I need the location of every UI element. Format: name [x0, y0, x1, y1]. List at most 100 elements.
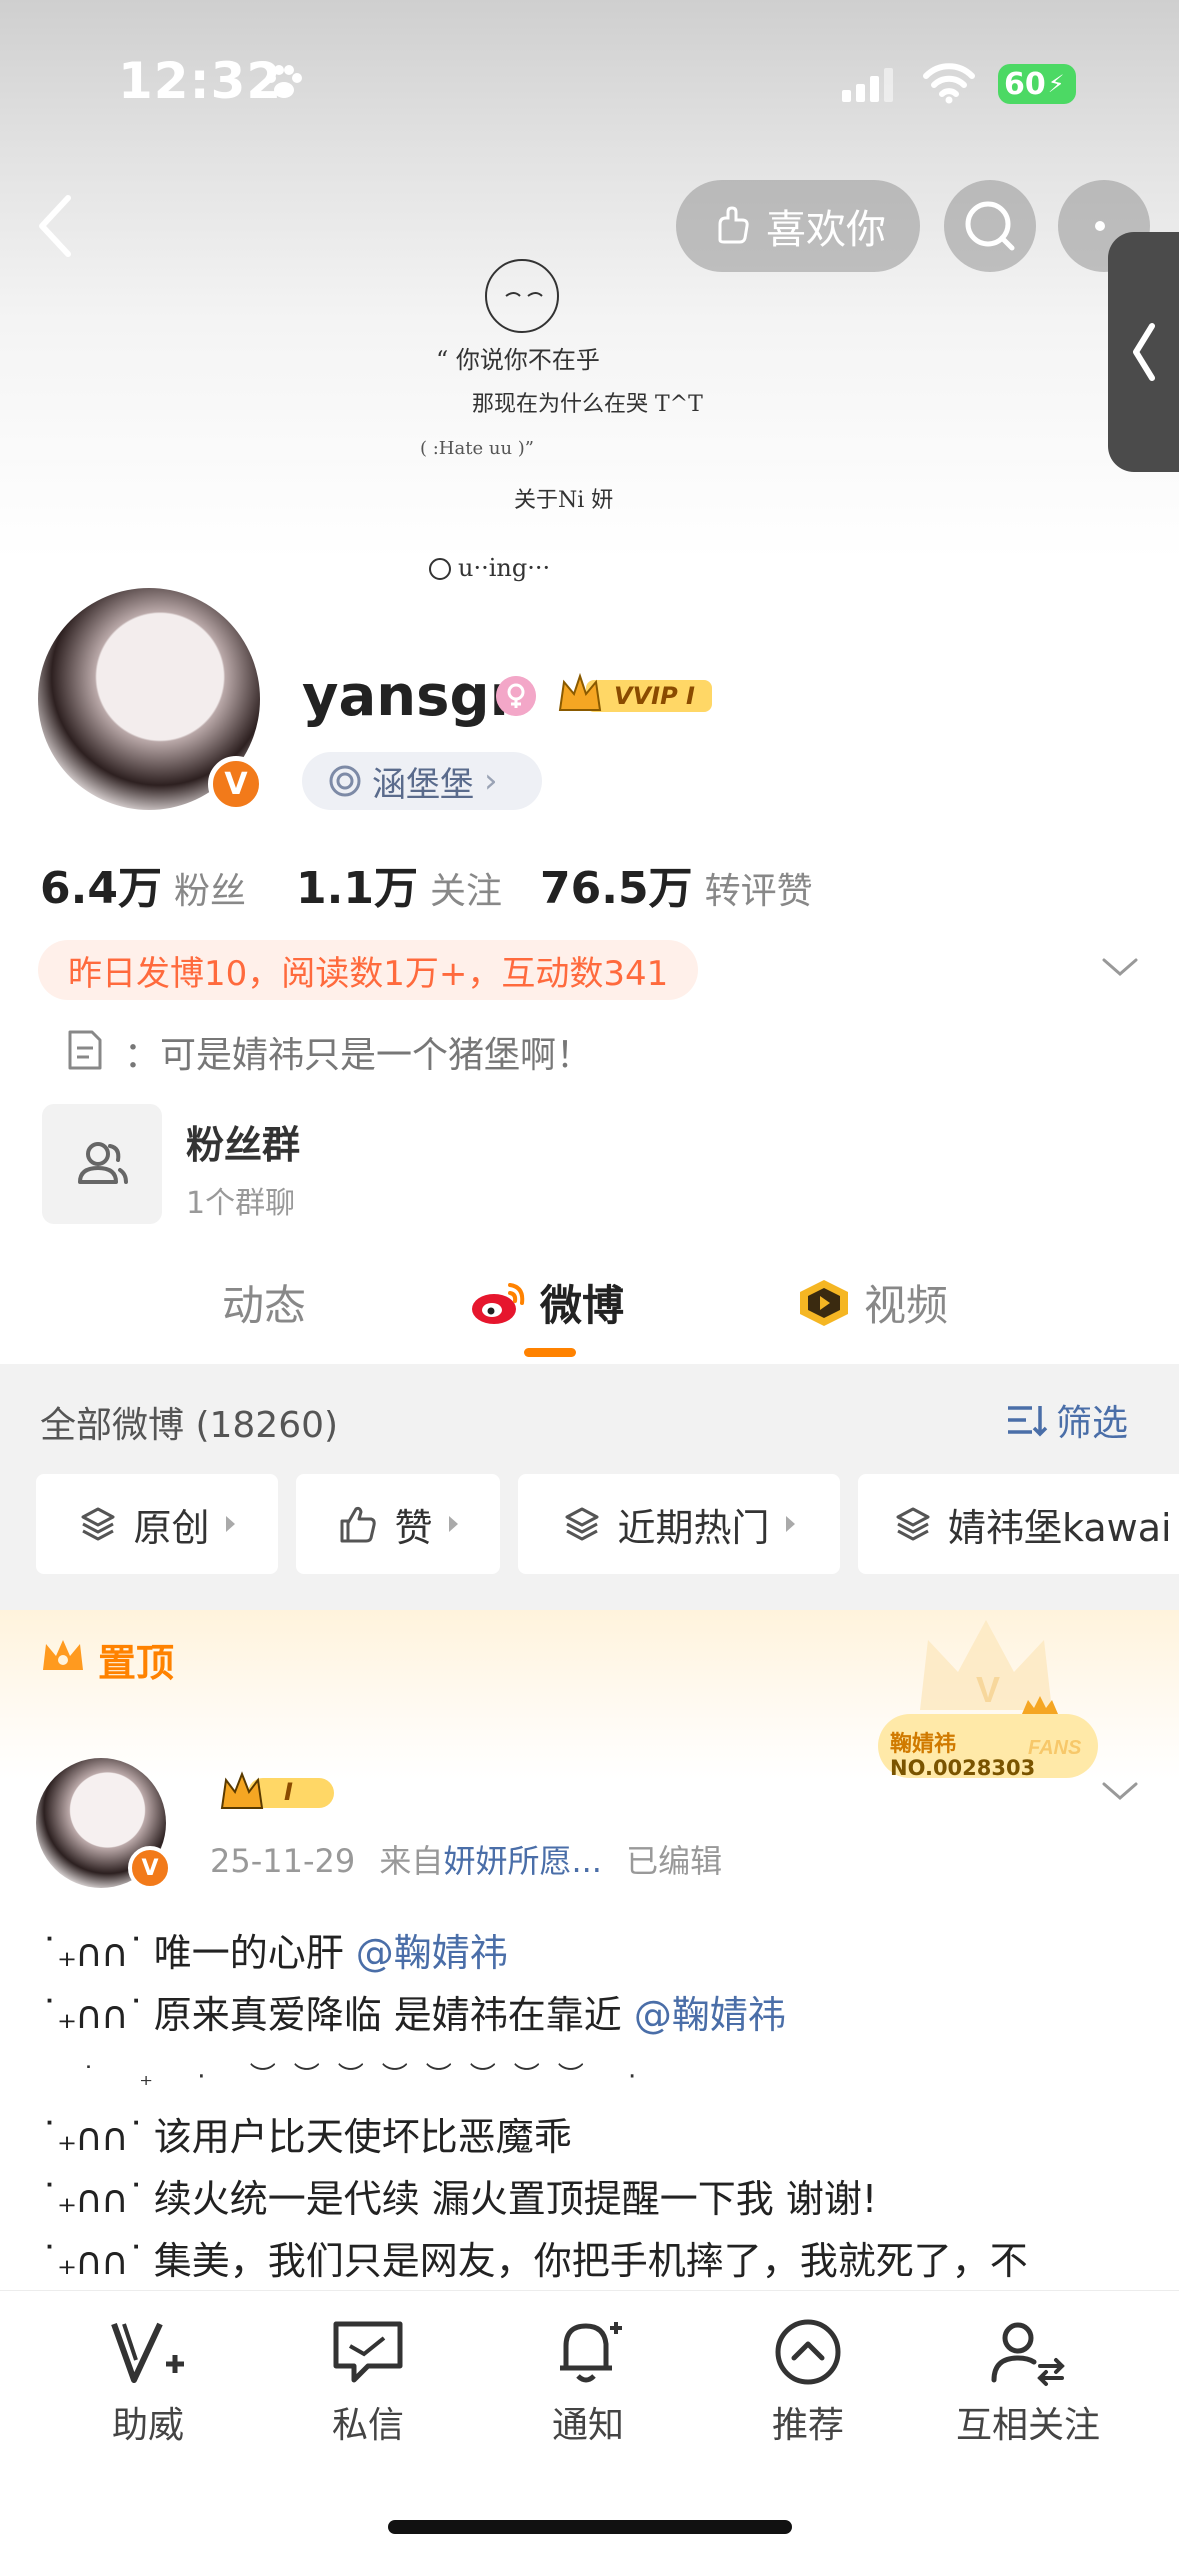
- decorative-divider: ˙ ₊ · ︶︶︶︶︶︶︶︶ ·: [82, 2062, 655, 2092]
- tab-weibo[interactable]: 微博: [470, 1272, 624, 1333]
- tab-video-label: 视频: [864, 1281, 949, 1330]
- thumbs-up-icon: [340, 1506, 377, 1543]
- mention-link[interactable]: @鞠婧祎: [356, 1931, 508, 1975]
- following-count: 1.1万: [296, 863, 418, 914]
- followers-count: 6.4万: [40, 863, 162, 914]
- vvip-label: VVIP I: [614, 682, 695, 710]
- tab-dynamic[interactable]: 动态: [222, 1272, 306, 1333]
- nav-messages-label: 私信: [331, 2405, 404, 2446]
- verified-badge: V: [128, 1846, 172, 1890]
- chevron-right-icon: ›: [484, 761, 498, 801]
- stat-following[interactable]: 1.1万 关注: [296, 852, 502, 916]
- community-chip[interactable]: 涵堡堡 ›: [302, 752, 542, 810]
- post-line-text: 该用户比天使坏比恶魔乖: [153, 2115, 572, 2159]
- cover-line-4: 关于Ni 妍: [514, 488, 614, 513]
- tab-weibo-label: 微博: [540, 1281, 625, 1330]
- vvip-badge[interactable]: VVIP I: [556, 672, 716, 718]
- cover-line-3: ( :Hate uu )”: [420, 438, 534, 459]
- chevron-down-icon[interactable]: [1100, 1776, 1140, 1806]
- caret-right-icon: [785, 1516, 795, 1532]
- wifi-icon: [923, 63, 975, 104]
- female-icon: [496, 676, 536, 716]
- smiley-doodle-icon: [429, 259, 559, 580]
- fans-card-number: NO.0028303: [890, 1756, 1036, 1780]
- post-vip-badge[interactable]: I: [220, 1770, 338, 1814]
- back-arrow-icon[interactable]: [28, 190, 84, 262]
- activity-summary[interactable]: 昨日发博10，阅读数1万+，互动数341: [38, 940, 699, 1000]
- nav-cheer-label: 助威: [111, 2405, 184, 2446]
- post-source-link[interactable]: 妍妍所愿...: [443, 1842, 602, 1880]
- community-name: 涵堡堡: [372, 764, 474, 805]
- chip-liked[interactable]: 赞: [296, 1474, 500, 1574]
- chevron-up-circle-icon: [775, 2319, 841, 2385]
- cover-line-1: “ 你说你不在乎: [436, 346, 600, 374]
- mention-link[interactable]: @鞠婧祎: [634, 1993, 786, 2037]
- following-label: 关注: [429, 871, 502, 912]
- tab-video[interactable]: 视频: [796, 1272, 948, 1333]
- post-line-2: ˙₊∩∩˙ 原来真爱降临 是婧祎在靠近 @鞠婧祎: [40, 1984, 786, 2039]
- group-icon: [78, 1142, 128, 1184]
- post-date: 25-11-29: [210, 1842, 356, 1880]
- post-line-1: ˙₊∩∩˙ 唯一的心肝 @鞠婧祎: [40, 1922, 508, 1977]
- active-tab-indicator: [524, 1348, 576, 1357]
- verified-badge: V: [208, 756, 264, 812]
- hand-heart-icon: [718, 206, 749, 244]
- nav-mutual-follow-label: 互相关注: [955, 2405, 1100, 2446]
- deco-glyph: ˙₊∩∩˙: [40, 2115, 146, 2159]
- battery-indicator: 60 ⚡: [998, 64, 1076, 104]
- nav-mutual-follow[interactable]: 互相关注: [928, 2316, 1128, 2448]
- post-source-prefix: 来自: [379, 1842, 444, 1880]
- chip-trending[interactable]: 近期热门: [518, 1474, 840, 1574]
- crown-icon: [220, 1771, 334, 1809]
- filter-icon: [1008, 1406, 1048, 1437]
- interactions-count: 76.5万: [540, 863, 693, 914]
- fans-word: FANS: [1028, 1737, 1082, 1759]
- search-icon: [965, 201, 1015, 251]
- post-line-text: 唯一的心肝: [153, 1931, 344, 1975]
- svg-text:V: V: [976, 1669, 1000, 1710]
- post-edited: 已编辑: [626, 1842, 723, 1880]
- nav-messages[interactable]: 私信: [268, 2316, 468, 2448]
- nav-cheer[interactable]: 助威: [48, 2316, 248, 2448]
- fans-card-name: 鞠婧祎: [890, 1732, 957, 1757]
- search-button[interactable]: [944, 180, 1036, 272]
- paw-icon: [266, 65, 302, 98]
- chevron-down-icon[interactable]: [1100, 952, 1140, 982]
- post-vip-label: I: [284, 1778, 293, 1806]
- filter-label: 筛选: [1056, 1403, 1129, 1444]
- user-follow-icon: [991, 2322, 1065, 2386]
- filter-button[interactable]: 筛选: [1006, 1394, 1128, 1446]
- side-drawer-handle[interactable]: [1108, 232, 1179, 472]
- post-line-text: 原来真爱降临 是婧祎在靠近: [153, 1993, 622, 2037]
- fan-group-count: 1个群聊: [186, 1186, 296, 1221]
- fan-group-title[interactable]: 粉丝群: [186, 1114, 300, 1169]
- nav-recommend-label: 推荐: [771, 2405, 844, 2446]
- stat-followers[interactable]: 6.4万 粉丝: [40, 852, 246, 916]
- caret-right-icon: [225, 1516, 235, 1532]
- deco-glyph: ˙₊∩∩˙: [40, 2177, 146, 2221]
- document-icon: [68, 1030, 102, 1070]
- chip-group[interactable]: 婧祎堡kawai: [858, 1474, 1179, 1574]
- post-line-5: ˙₊∩∩˙ 集美，我们只是网友，你把手机摔了，我就死了，不: [40, 2230, 1160, 2285]
- layers-icon: [565, 1507, 599, 1541]
- fan-group-icon-box[interactable]: [42, 1104, 162, 1224]
- profile-bio: ：可是婧祎只是一个猪堡啊！: [124, 1035, 593, 1076]
- home-indicator[interactable]: [388, 2520, 792, 2534]
- layers-icon: [81, 1507, 115, 1541]
- stat-interactions[interactable]: 76.5万 转评赞: [540, 852, 813, 916]
- chip-trending-label: 近期热门: [617, 1505, 770, 1550]
- cellular-signal-icon: [842, 64, 893, 102]
- interactions-label: 转评赞: [704, 871, 813, 912]
- nav-notifications[interactable]: 通知: [488, 2316, 688, 2448]
- followers-label: 粉丝: [173, 871, 246, 912]
- charging-bolt-icon: ⚡: [1047, 70, 1065, 98]
- chip-original[interactable]: 原创: [36, 1474, 278, 1574]
- pinned-label: 置顶: [98, 1641, 175, 1685]
- battery-level: 60: [1004, 66, 1046, 102]
- chip-group-label: 婧祎堡kawai: [948, 1505, 1172, 1550]
- cover-line-2: 那现在为什么在哭 T^T: [472, 392, 703, 417]
- nav-recommend[interactable]: 推荐: [708, 2316, 908, 2448]
- cover-line-5: u··ing···: [458, 554, 551, 582]
- bell-icon: [560, 2322, 622, 2383]
- status-time: 12:32: [118, 52, 283, 110]
